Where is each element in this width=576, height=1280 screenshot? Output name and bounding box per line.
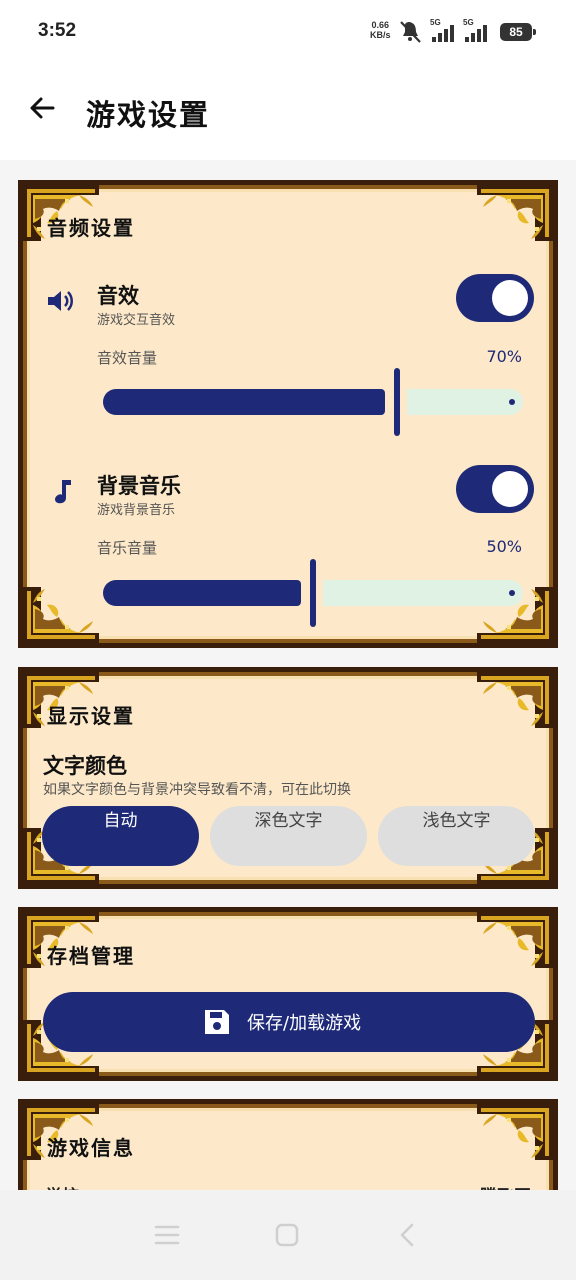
app-header: 游戏设置 — [0, 64, 576, 160]
battery-icon: 85 — [500, 23, 536, 41]
display-section-title: 显示设置 — [47, 704, 135, 728]
network-speed: 0.66 KB/s — [370, 20, 391, 40]
ornament-corner — [477, 1104, 553, 1160]
music-note-icon — [55, 480, 71, 504]
signal-sim2-icon: 5G — [463, 18, 495, 44]
sfx-volume-label: 音效音量 — [97, 349, 158, 367]
slider-track-fill — [103, 580, 301, 606]
menu-icon[interactable] — [152, 1220, 182, 1250]
clock: 3:52 — [38, 20, 77, 41]
status-bar: 3:52 0.66 KB/s 5G 5G 85 — [0, 0, 576, 64]
save-load-button[interactable]: 保存/加载游戏 — [43, 992, 535, 1052]
slider-track-rest — [407, 389, 523, 415]
mute-icon — [400, 21, 421, 43]
arrow-left-icon[interactable] — [28, 94, 56, 122]
music-title: 背景音乐 — [97, 474, 181, 498]
music-volume-label: 音乐音量 — [97, 539, 158, 557]
text-color-description: 如果文字颜色与背景冲突导致看不清，可在此切换 — [43, 782, 351, 798]
sim2-label: 5G — [463, 18, 474, 27]
speaker-icon — [48, 291, 73, 311]
text-color-option-light[interactable]: 浅色文字 — [378, 806, 535, 866]
signal-sim1-icon: 5G — [430, 18, 462, 44]
system-nav-bar — [0, 1190, 576, 1280]
save-section-title: 存档管理 — [47, 944, 135, 968]
display-settings-panel: 显示设置 文字颜色 如果文字颜色与背景冲突导致看不清，可在此切换 自动 深色文字… — [18, 667, 558, 889]
sfx-title: 音效 — [97, 284, 139, 308]
sfx-volume-value: 70% — [486, 347, 522, 366]
network-speed-unit: KB/s — [370, 30, 391, 40]
info-section-title: 游戏信息 — [47, 1136, 135, 1160]
sfx-subtitle: 游戏交互音效 — [97, 313, 176, 328]
music-toggle[interactable] — [456, 465, 534, 513]
floppy-disk-icon — [205, 1010, 229, 1034]
page-title: 游戏设置 — [86, 98, 211, 132]
slider-track-rest — [323, 580, 523, 606]
text-color-option-dark[interactable]: 深色文字 — [210, 806, 367, 866]
slider-track-fill — [103, 389, 385, 415]
audio-settings-panel: 音频设置 音效 游戏交互音效 音效音量 70% 背景音乐 游戏背景音乐 音乐音量… — [18, 180, 558, 648]
save-management-panel: 存档管理 保存/加载游戏 — [18, 907, 558, 1081]
ornament-corner — [477, 672, 553, 728]
save-load-label: 保存/加载游戏 — [247, 1013, 362, 1034]
ornament-corner — [477, 912, 553, 968]
ornament-corner — [477, 185, 553, 241]
sfx-toggle[interactable] — [456, 274, 534, 322]
back-nav-icon[interactable] — [392, 1220, 422, 1250]
audio-section-title: 音频设置 — [47, 216, 135, 240]
slider-thumb[interactable] — [394, 368, 400, 436]
toggle-knob — [492, 280, 528, 316]
slider-end-dot — [509, 590, 515, 596]
music-volume-value: 50% — [486, 537, 522, 556]
music-subtitle: 游戏背景音乐 — [97, 503, 176, 518]
toggle-knob — [492, 471, 528, 507]
sim1-label: 5G — [430, 18, 441, 27]
slider-thumb[interactable] — [310, 559, 316, 627]
home-icon[interactable] — [272, 1220, 302, 1250]
ornament-corner — [23, 587, 99, 643]
music-volume-slider[interactable] — [103, 559, 523, 629]
network-speed-value: 0.66 — [371, 20, 390, 30]
slider-end-dot — [509, 399, 515, 405]
text-color-title: 文字颜色 — [43, 754, 127, 778]
sfx-volume-slider[interactable] — [103, 368, 523, 438]
text-color-option-auto[interactable]: 自动 — [42, 806, 199, 866]
